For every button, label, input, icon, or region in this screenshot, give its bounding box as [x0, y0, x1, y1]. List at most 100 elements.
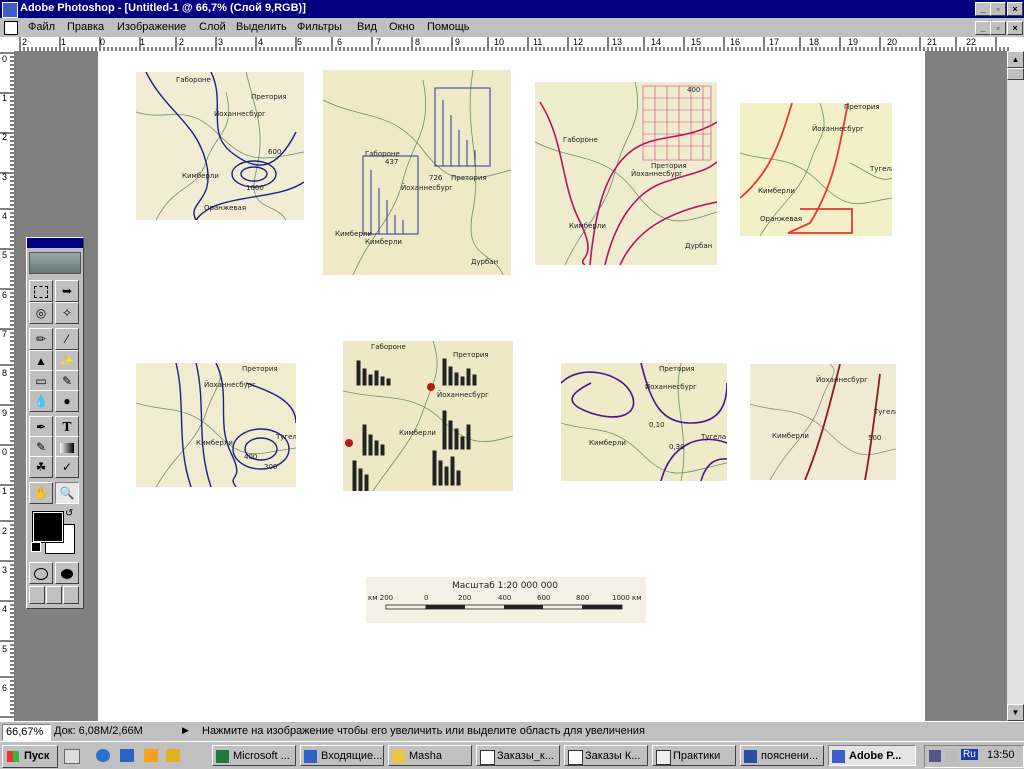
gradient-icon[interactable]: [55, 436, 79, 458]
paint-bucket-icon[interactable]: ☘: [29, 456, 53, 478]
screen-mode-full-icon[interactable]: [63, 586, 79, 604]
scroll-thumb[interactable]: [1007, 68, 1024, 80]
ruler-h-label: 6: [337, 37, 343, 47]
menu-help[interactable]: Помощь: [427, 21, 470, 33]
rubber-stamp-icon[interactable]: ▲: [29, 350, 53, 372]
eye-logo-icon[interactable]: [29, 252, 81, 274]
quicklaunch-outlook-icon[interactable]: [120, 749, 134, 762]
map-bar-diagrams-black-graphic: [343, 341, 513, 491]
screen-mode-full-menu-icon[interactable]: [46, 586, 62, 604]
close-button[interactable]: ×: [1007, 2, 1023, 16]
map-label: Тугела: [276, 433, 296, 441]
standard-mode-icon[interactable]: [29, 562, 53, 584]
map-isolines-magenta: 400 Габороне Претория Йоханнесбург Кимбе…: [535, 82, 717, 265]
map-label: Претория: [844, 103, 880, 111]
menu-select[interactable]: Выделить: [236, 21, 287, 33]
status-menu-arrow-icon[interactable]: ▶: [182, 725, 189, 736]
task-inbox[interactable]: Входящие...: [300, 745, 384, 766]
windows-logo-icon: [7, 751, 19, 762]
language-indicator[interactable]: Ru: [961, 749, 978, 760]
quick-mask-icon[interactable]: [55, 562, 79, 584]
photoshop-icon[interactable]: [2, 2, 18, 18]
menu-edit[interactable]: Правка: [67, 21, 104, 33]
pencil-icon[interactable]: ✎: [55, 370, 79, 392]
title-bar[interactable]: Adobe Photoshop - [Untitled-1 @ 66,7% (С…: [0, 0, 1024, 18]
quicklaunch-show-desktop-icon[interactable]: [64, 749, 80, 764]
eyedropper-icon[interactable]: ✓: [55, 456, 79, 478]
measure-icon[interactable]: ✎: [29, 436, 53, 458]
map-label: Дурбан: [471, 258, 499, 266]
map-label: Йоханнесбург: [437, 391, 489, 399]
menu-file[interactable]: Файл: [28, 21, 55, 33]
map-label: 1000: [246, 184, 264, 192]
zoom-icon[interactable]: 🔍: [55, 482, 79, 504]
blur-icon[interactable]: 💧: [29, 390, 53, 412]
clock: 13:50: [987, 749, 1015, 761]
menu-view[interactable]: Вид: [357, 21, 377, 33]
task-masha[interactable]: Masha: [388, 745, 472, 766]
doc-close-button[interactable]: ×: [1007, 21, 1023, 35]
pen-icon[interactable]: ✒: [29, 416, 53, 438]
restore-button[interactable]: ▫: [990, 2, 1006, 16]
map-label: Габороне: [176, 76, 211, 84]
ruler-h-label: 11: [533, 37, 543, 47]
menu-layer[interactable]: Слой: [199, 21, 226, 33]
task-photoshop-active[interactable]: Adobe P...: [828, 745, 916, 766]
document-size[interactable]: Док: 6,08М/2,66М: [54, 725, 143, 737]
tray-volume-icon[interactable]: [945, 750, 957, 762]
airbrush-icon[interactable]: ✏: [29, 328, 53, 350]
menu-filter[interactable]: Фильтры: [297, 21, 342, 33]
outlook-icon: [304, 750, 317, 763]
map-label: Тугела: [701, 433, 727, 441]
vertical-scrollbar[interactable]: ▲ ▼: [1007, 51, 1024, 721]
move-icon[interactable]: ➥: [55, 280, 79, 302]
scale-bar-graphic: [385, 604, 623, 610]
tray-network-icon[interactable]: [929, 750, 941, 762]
task-orders-2[interactable]: Заказы К...: [564, 745, 648, 766]
marquee-icon[interactable]: [29, 280, 53, 302]
lasso-icon[interactable]: ◎: [29, 302, 53, 324]
scroll-down-button[interactable]: ▼: [1007, 704, 1024, 721]
task-word[interactable]: пояснени...: [740, 745, 824, 766]
map-bar-diagrams-blue-graphic: [323, 70, 511, 275]
quicklaunch-media-icon[interactable]: [144, 749, 158, 762]
ruler-h-label: 17: [769, 37, 780, 47]
quicklaunch-ie-icon[interactable]: [96, 749, 110, 762]
hand-icon[interactable]: ✋: [29, 482, 53, 504]
foreground-color-swatch[interactable]: [32, 511, 64, 543]
default-colors-icon[interactable]: [31, 542, 41, 552]
zoom-level-field[interactable]: 66,67%: [2, 724, 51, 741]
document-icon[interactable]: [4, 21, 18, 35]
doc-minimize-button[interactable]: _: [975, 21, 991, 35]
map-label: Кимберли: [589, 439, 626, 447]
image-canvas[interactable]: Габороне Претория Йоханнесбург Кимберли …: [98, 51, 925, 721]
task-practices[interactable]: Практики: [652, 745, 736, 766]
history-brush-icon[interactable]: ✨: [55, 350, 79, 372]
swap-colors-icon[interactable]: ↺: [65, 508, 73, 519]
map-isolines-blue: Габороне Претория Йоханнесбург Кимберли …: [136, 72, 304, 220]
type-icon[interactable]: T: [55, 416, 79, 438]
eraser-icon[interactable]: ▭: [29, 370, 53, 392]
screen-mode-standard-icon[interactable]: [29, 586, 45, 604]
paintbrush-icon[interactable]: ⁄: [55, 328, 79, 350]
menu-image[interactable]: Изображение: [117, 21, 186, 33]
ruler-h-label: 1: [61, 37, 67, 47]
start-button[interactable]: Пуск: [2, 745, 58, 768]
task-excel[interactable]: Microsoft ...: [212, 745, 296, 766]
menu-window[interactable]: Окно: [389, 21, 415, 33]
map-label: Йоханнесбург: [631, 170, 683, 178]
ruler-h-label: 10: [494, 37, 505, 47]
magic-wand-icon[interactable]: ✧: [55, 302, 79, 324]
ruler-v-label: 0: [2, 54, 8, 64]
doc-restore-button[interactable]: ▫: [990, 21, 1006, 35]
quicklaunch-winamp-icon[interactable]: [166, 749, 180, 762]
minimize-button[interactable]: _: [975, 2, 991, 16]
task-orders-1[interactable]: Заказы_к...: [476, 745, 560, 766]
ruler-h-label: 19: [848, 37, 859, 47]
scroll-up-button[interactable]: ▲: [1007, 51, 1024, 68]
ruler-v-label: 8: [2, 368, 8, 378]
map-label: Кимберли: [772, 432, 809, 440]
toolbox-title-bar[interactable]: [27, 238, 83, 248]
map-label: Тугела: [874, 408, 896, 416]
dodge-icon[interactable]: ●: [55, 390, 79, 412]
